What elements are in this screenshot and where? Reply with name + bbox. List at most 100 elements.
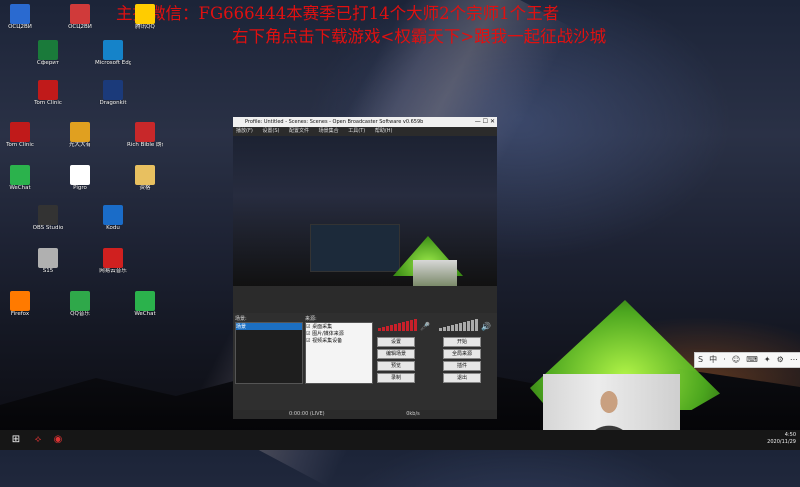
plugins-button[interactable]: 插件 — [443, 361, 481, 371]
system-tray[interactable]: 4:50 2020/11/29 — [767, 432, 796, 446]
netease-music-icon[interactable]: ◉ — [46, 430, 70, 450]
app-icon — [70, 165, 90, 185]
desktop-icon[interactable]: WeChat — [127, 291, 163, 317]
desktop-icon[interactable]: Kodu — [95, 205, 131, 231]
preview-stream-button[interactable]: 预览 — [377, 361, 415, 371]
start-stream-button[interactable]: 开始 — [443, 337, 481, 347]
desktop-icon[interactable]: WeChat — [2, 165, 38, 191]
ime-button[interactable]: ☺ — [732, 353, 740, 367]
desktop-icon[interactable]: 腾讯QQ — [127, 4, 163, 30]
mic-icon[interactable]: 🎤 — [420, 322, 430, 331]
desktop-icon-label: 腾讯QQ — [135, 24, 155, 30]
desktop-icon-label: Tom Clinic — [6, 142, 34, 148]
desktop-icon-label: OBS Studio — [32, 225, 64, 231]
ime-button[interactable]: · — [723, 353, 726, 367]
app-icon — [70, 291, 90, 311]
sources-list[interactable]: ☑ 桌面采集 ☑ 图片/媒体来源 ☑ 视频采集设备 — [305, 322, 373, 384]
menu-settings[interactable]: 设置(S) — [262, 128, 279, 134]
desktop-icon-label: Pigro — [73, 185, 87, 191]
app-icon — [10, 122, 30, 142]
app-icon — [38, 80, 58, 100]
obs-preview[interactable] — [233, 136, 497, 286]
app-icon — [38, 40, 58, 60]
desktop-icon-label: Firefox — [10, 311, 30, 317]
menu-profile[interactable]: 配置文件 — [289, 128, 309, 134]
app-icon — [135, 165, 155, 185]
desktop-icon-label: 光大大有 — [68, 142, 91, 148]
exit-button[interactable]: 退出 — [443, 373, 481, 383]
preview-webcam — [413, 260, 457, 286]
desktop-icon[interactable]: QQ音乐 — [62, 291, 98, 317]
ime-button[interactable]: ⋯ — [790, 353, 798, 367]
desktop-icon[interactable]: Сферит — [30, 40, 66, 66]
app-icon — [70, 122, 90, 142]
edit-scene-button[interactable]: 编辑场景 — [377, 349, 415, 359]
ime-button[interactable]: S — [698, 353, 703, 367]
app-icon — [10, 291, 30, 311]
app-icon — [103, 40, 123, 60]
desktop-icon-label: WeChat — [134, 311, 156, 317]
window-controls[interactable]: — ☐ ✕ — [475, 117, 495, 127]
desktop-icon[interactable]: Microsoft Edge — [95, 40, 131, 66]
desktop-icon-label: ОСЦ2ВЙ — [68, 24, 92, 30]
app-icon — [38, 248, 58, 268]
desktop-icon-label: S15 — [42, 268, 54, 274]
speaker-icon[interactable]: 🔊 — [481, 322, 491, 331]
taskbar: ⊞ ⟡ ◉ 4:50 2020/11/29 — [0, 430, 800, 450]
global-sources-button[interactable]: 全局来源 — [443, 349, 481, 359]
desktop-icon[interactable]: Tom Clinic — [2, 122, 38, 148]
desktop-icon[interactable]: Tom Clinic — [30, 80, 66, 106]
source-item[interactable]: ☑ 视频采集设备 — [306, 337, 372, 344]
obs-window[interactable]: Profile: Untitled - Scenes: Scenes - Ope… — [233, 117, 497, 419]
settings-button[interactable]: 设置 — [377, 337, 415, 347]
desktop-icon[interactable]: 资格 — [127, 165, 163, 191]
desktop-icon-label: Kodu — [106, 225, 120, 231]
ime-button[interactable]: ⚙ — [777, 353, 784, 367]
mic-volume-meter[interactable]: 🎤 — [378, 317, 430, 331]
windows-start-icon[interactable]: ⊞ — [4, 430, 28, 450]
desktop-icon[interactable]: Rich Bible 朗读器 — [127, 122, 163, 148]
menu-help[interactable]: 帮助(H) — [375, 128, 393, 134]
scenes-list[interactable]: 场景 — [235, 322, 303, 384]
source-item[interactable]: ☑ 图片/媒体来源 — [306, 330, 372, 337]
start-record-button[interactable]: 录制 — [377, 373, 415, 383]
app-icon — [103, 205, 123, 225]
app-icon — [135, 122, 155, 142]
desktop-icon[interactable]: ОСЦ2ВЙ — [2, 4, 38, 30]
live-time: 0:00:00 (LIVE) — [289, 411, 325, 417]
obs-titlebar[interactable]: Profile: Untitled - Scenes: Scenes - Ope… — [233, 117, 497, 127]
scenes-header: 场景: — [235, 316, 247, 322]
desktop-icon[interactable]: Firefox — [2, 291, 38, 317]
bitrate: 0kb/s — [406, 411, 420, 417]
scene-item[interactable]: 场景 — [236, 323, 302, 330]
source-item[interactable]: ☑ 桌面采集 — [306, 323, 372, 330]
clock-time: 4:50 — [784, 432, 796, 438]
app-icon — [10, 165, 30, 185]
menu-tools[interactable]: 工具(T) — [348, 128, 365, 134]
ime-button[interactable]: ⌨ — [746, 353, 758, 367]
obs-title: Profile: Untitled - Scenes: Scenes - Ope… — [245, 119, 424, 125]
desktop-icon[interactable]: Pigro — [62, 165, 98, 191]
clock-date: 2020/11/29 — [767, 439, 796, 445]
desktop-icon[interactable]: OBS Studio — [30, 205, 66, 231]
desktop-icon-label: Tom Clinic — [34, 100, 62, 106]
desktop-icon[interactable]: 光大大有 — [62, 122, 98, 148]
desktop-icon-label: QQ音乐 — [70, 311, 90, 317]
desktop-icon-label: Сферит — [36, 60, 60, 66]
desktop-icon-label: WeChat — [9, 185, 31, 191]
desktop-icon[interactable]: ОСЦ2ВЙ — [62, 4, 98, 30]
desktop-icon-label: Rich Bible 朗读器 — [127, 142, 163, 148]
desktop-icon[interactable]: S15 — [30, 248, 66, 274]
menu-play[interactable]: 播放(F) — [236, 128, 253, 134]
ime-button[interactable]: 中 — [709, 353, 717, 367]
desktop-icon[interactable]: 网易云音乐 — [95, 248, 131, 274]
menu-scene-collection[interactable]: 场景集合 — [319, 128, 339, 134]
ime-button[interactable]: ✦ — [764, 353, 771, 367]
desktop-icon[interactable]: Dragonkit — [95, 80, 131, 106]
stream-banner-line2: 右下角点击下载游戏<权霸天下>跟我一起征战沙城 — [232, 27, 607, 46]
app-icon — [10, 4, 30, 24]
obs-statusbar: 0:00:00 (LIVE) 0kb/s — [233, 410, 497, 419]
desktop-volume-meter[interactable]: 🔊 — [439, 317, 491, 331]
ime-toolbar[interactable]: S 中 · ☺ ⌨ ✦ ⚙ ⋯ — [694, 352, 800, 368]
app-icon — [103, 248, 123, 268]
